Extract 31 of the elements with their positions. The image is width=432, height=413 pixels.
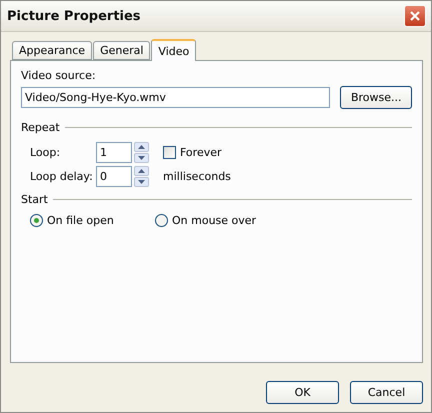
radio-button[interactable] <box>30 214 43 227</box>
tab[interactable]: Video <box>151 39 196 61</box>
down-arrow-icon <box>138 156 145 160</box>
up-arrow-icon <box>138 169 145 173</box>
checkbox[interactable] <box>163 146 176 159</box>
section-heading: Start <box>21 193 48 206</box>
window-title: Picture Properties <box>7 8 141 24</box>
ok-button[interactable]: OK <box>266 381 339 404</box>
section-heading: Repeat <box>21 121 60 134</box>
cancel-button[interactable]: Cancel <box>350 381 423 404</box>
checkbox-label[interactable]: Forever <box>180 146 222 159</box>
close-button[interactable] <box>404 5 426 27</box>
field-label: Loop: <box>30 146 62 159</box>
field-label: Video source: <box>21 69 97 82</box>
unit-label: milliseconds <box>163 170 231 183</box>
number-field[interactable]: 1 <box>96 142 132 163</box>
spin-up-button[interactable] <box>134 166 149 176</box>
tab[interactable]: Appearance <box>12 41 92 60</box>
radio-label[interactable]: On file open <box>47 214 114 227</box>
radio-button[interactable] <box>155 214 168 227</box>
spin-down-button[interactable] <box>134 153 149 163</box>
close-icon <box>410 11 420 21</box>
radio-label[interactable]: On mouse over <box>172 214 256 227</box>
tab[interactable]: General <box>93 41 150 60</box>
up-arrow-icon <box>138 145 145 149</box>
browse-button[interactable]: Browse... <box>340 86 412 109</box>
number-field[interactable]: 0 <box>96 166 132 187</box>
spin-down-button[interactable] <box>134 177 149 187</box>
down-arrow-icon <box>138 180 145 184</box>
spin-up-button[interactable] <box>134 142 149 152</box>
video-source-field[interactable]: Video/Song-Hye-Kyo.wmv <box>21 87 330 108</box>
